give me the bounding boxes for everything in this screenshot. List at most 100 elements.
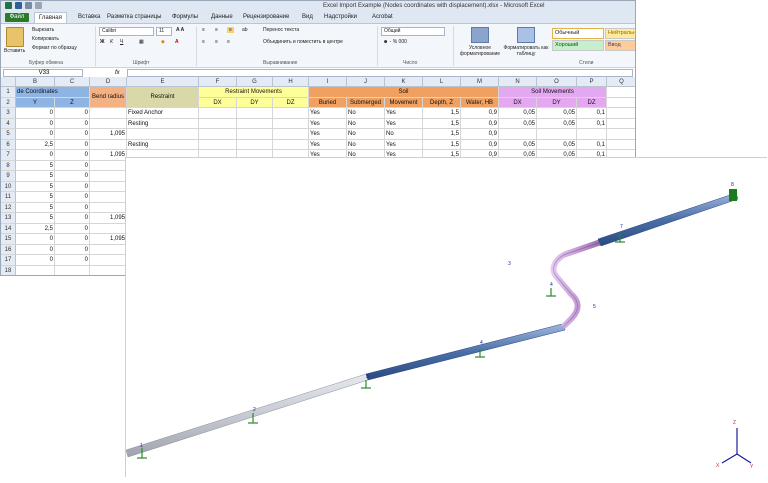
- cell[interactable]: [55, 265, 90, 275]
- style-input[interactable]: Ввод: [605, 40, 635, 51]
- cell-soil-dy[interactable]: 0,05: [537, 139, 577, 150]
- cell-dz[interactable]: [273, 118, 309, 129]
- tab-data[interactable]: Данные: [211, 12, 233, 23]
- row-header-5[interactable]: 5: [1, 129, 16, 140]
- row-header-15[interactable]: 15: [1, 234, 16, 245]
- cell-bend-radius[interactable]: [90, 244, 127, 255]
- cell-bend-radius[interactable]: 1,095: [90, 129, 127, 140]
- subheader-movement[interactable]: Movement: [385, 97, 423, 108]
- column-header-k[interactable]: K: [385, 77, 423, 87]
- cell-bend-radius[interactable]: 1,095: [90, 234, 127, 245]
- cell-dz[interactable]: [273, 139, 309, 150]
- cell-bend-radius[interactable]: [90, 202, 127, 213]
- cell-buried[interactable]: Yes: [309, 139, 347, 150]
- merge-center-button[interactable]: Объединить и поместить в центре: [263, 39, 343, 45]
- cell-soil-dy[interactable]: [537, 129, 577, 140]
- cell-bend-radius[interactable]: [90, 223, 127, 234]
- subheader-dx[interactable]: DX: [499, 97, 537, 108]
- redo-icon[interactable]: [35, 2, 42, 9]
- cell-soil-dx[interactable]: 0,05: [499, 118, 537, 129]
- borders-icon[interactable]: ▦: [139, 39, 144, 45]
- wrap-text-button[interactable]: Перенос текста: [263, 27, 299, 33]
- column-header-g[interactable]: G: [237, 77, 273, 87]
- cell-dx[interactable]: [199, 108, 237, 119]
- cell-movement[interactable]: Yes: [385, 139, 423, 150]
- align-top-icon[interactable]: ≡: [202, 27, 205, 33]
- cell-y[interactable]: 5: [16, 213, 55, 224]
- paste-button[interactable]: Вставить: [4, 48, 25, 54]
- cell-dy[interactable]: [237, 108, 273, 119]
- select-all-corner[interactable]: [1, 77, 16, 87]
- row-header-6[interactable]: 6: [1, 139, 16, 150]
- cell[interactable]: [16, 265, 55, 275]
- subheader-buried[interactable]: Buried: [309, 97, 347, 108]
- cell-z[interactable]: 0: [55, 171, 90, 182]
- format-as-table-button[interactable]: Форматировать как таблицу: [503, 45, 549, 57]
- copy-button[interactable]: Копировать: [32, 36, 59, 42]
- cell-y[interactable]: 5: [16, 202, 55, 213]
- row-header-14[interactable]: 14: [1, 223, 16, 234]
- column-header-p[interactable]: P: [577, 77, 607, 87]
- cell-depth[interactable]: 1,5: [423, 129, 461, 140]
- cut-button[interactable]: Вырезать: [32, 27, 54, 33]
- cell-restraint[interactable]: Resting: [127, 118, 199, 129]
- header-restraint[interactable]: Restraint: [127, 87, 199, 108]
- column-header-f[interactable]: F: [199, 77, 237, 87]
- cell-dy[interactable]: [237, 139, 273, 150]
- cell-z[interactable]: 0: [55, 118, 90, 129]
- cell-z[interactable]: 0: [55, 234, 90, 245]
- align-center-icon[interactable]: ≡: [215, 39, 218, 45]
- cell-z[interactable]: 0: [55, 150, 90, 161]
- cell-y[interactable]: 5: [16, 171, 55, 182]
- cell-soil-dx[interactable]: 0,05: [499, 108, 537, 119]
- header-node-coordinates[interactable]: de Coordinates: [16, 87, 90, 98]
- style-neutral[interactable]: Нейтральн: [605, 28, 635, 39]
- cell[interactable]: [607, 140, 635, 150]
- cell-soil-dx[interactable]: 0,05: [499, 139, 537, 150]
- fill-color-icon[interactable]: ◆: [161, 39, 165, 45]
- tab-home[interactable]: Главная: [34, 12, 67, 23]
- cell-z[interactable]: 0: [55, 223, 90, 234]
- bold-icon[interactable]: Ж: [100, 39, 105, 45]
- cell-submerged[interactable]: No: [347, 118, 385, 129]
- cell-y[interactable]: 0: [16, 255, 55, 266]
- cell-soil-dy[interactable]: 0,05: [537, 108, 577, 119]
- style-good[interactable]: Хороший: [552, 40, 604, 51]
- cell-soil-dz[interactable]: 0,1: [577, 108, 607, 119]
- cell[interactable]: [607, 129, 635, 140]
- cell-z[interactable]: 0: [55, 213, 90, 224]
- conditional-format-button[interactable]: Условное форматирование: [459, 45, 501, 57]
- column-header-q[interactable]: Q: [607, 77, 635, 87]
- subheader-z[interactable]: Z: [55, 97, 90, 108]
- cell-dy[interactable]: [237, 129, 273, 140]
- cell-soil-dz[interactable]: 0,1: [577, 118, 607, 129]
- row-header-13[interactable]: 13: [1, 213, 16, 224]
- header-soil[interactable]: Soil: [309, 87, 499, 98]
- cell-water[interactable]: 0,9: [461, 129, 499, 140]
- row-header-11[interactable]: 11: [1, 192, 16, 203]
- column-header-m[interactable]: M: [461, 77, 499, 87]
- row-header-10[interactable]: 10: [1, 181, 16, 192]
- subheader-depth-z[interactable]: Depth, Z: [423, 97, 461, 108]
- font-grow-icon[interactable]: A A: [176, 27, 184, 33]
- cell-submerged[interactable]: No: [347, 129, 385, 140]
- cell-bend-radius[interactable]: [90, 192, 127, 203]
- cell-water[interactable]: 0,9: [461, 139, 499, 150]
- formula-input[interactable]: [127, 69, 633, 77]
- cell[interactable]: [607, 87, 635, 98]
- cell-movement[interactable]: No: [385, 129, 423, 140]
- style-normal[interactable]: Обычный: [552, 28, 604, 39]
- row-header-17[interactable]: 17: [1, 255, 16, 266]
- row-header-12[interactable]: 12: [1, 202, 16, 213]
- format-table-icon[interactable]: [517, 27, 535, 43]
- cell-z[interactable]: 0: [55, 139, 90, 150]
- column-header-h[interactable]: H: [273, 77, 309, 87]
- cell-y[interactable]: 5: [16, 181, 55, 192]
- cell-soil-dx[interactable]: [499, 129, 537, 140]
- cell-submerged[interactable]: No: [347, 108, 385, 119]
- align-right-icon[interactable]: ≡: [227, 39, 230, 45]
- cell-y[interactable]: 2,5: [16, 139, 55, 150]
- currency-icon[interactable]: ☻ - % 000: [383, 39, 407, 45]
- save-icon[interactable]: [15, 2, 22, 9]
- pipe-bend-section[interactable]: [550, 239, 602, 330]
